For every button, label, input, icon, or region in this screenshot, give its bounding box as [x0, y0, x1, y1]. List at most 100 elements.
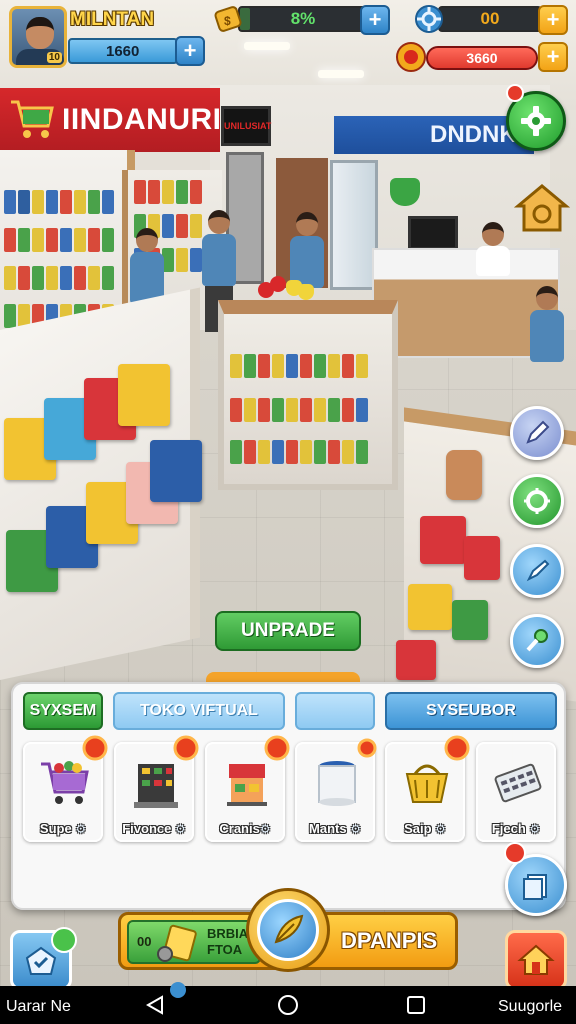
product-box — [150, 440, 202, 502]
home-nav-icon[interactable] — [276, 993, 300, 1017]
energy-value: 3660 — [466, 50, 498, 66]
tv-text: UNILUSIAT — [224, 121, 272, 131]
cart-icon — [11, 100, 54, 138]
plus-icon: + — [546, 44, 560, 69]
gear-icon — [521, 106, 551, 136]
gear-icon — [412, 2, 446, 36]
notification-dot — [504, 842, 526, 864]
calculator-icon — [494, 763, 542, 803]
player-avatar[interactable]: 10 — [9, 6, 67, 68]
inventory-section[interactable]: 00 BRBIA FTOA — [127, 920, 261, 964]
shop-icon — [227, 764, 267, 806]
product-box — [464, 536, 500, 580]
store-sign-left: IINDANURIA — [0, 88, 243, 152]
settings-icon: ⚙ — [350, 822, 361, 836]
product-box — [118, 364, 170, 426]
store-menu-panel: SYXSEM TOKO VIFTUAL SYSEUBOR Supe ⚙ Fivo… — [11, 682, 566, 910]
flower-pot — [446, 450, 482, 500]
nav-left-label[interactable]: Uarar Ne — [6, 998, 71, 1016]
add-gears-button[interactable]: + — [538, 5, 568, 35]
tv-screen: UNILUSIAT — [221, 106, 271, 146]
home-icon — [517, 944, 555, 975]
inventory-text-line2: FTOA — [207, 942, 243, 957]
card-saip[interactable]: Saip ⚙ — [385, 735, 470, 842]
upgrade-button[interactable]: UNPRADE — [215, 611, 361, 651]
progress-value: 8% — [290, 9, 316, 28]
brush-icon — [526, 559, 550, 582]
nav-right-label[interactable]: Suugorle — [498, 998, 562, 1016]
back-icon[interactable] — [144, 993, 168, 1017]
store-sign-right-text: DNDNK — [430, 121, 517, 148]
building-icon — [134, 764, 178, 808]
gear-badge-icon — [173, 735, 199, 761]
document-icon — [523, 874, 547, 900]
center-display-shelf[interactable] — [218, 300, 398, 490]
fruit-apple — [270, 276, 286, 292]
add-progress-button[interactable]: + — [360, 5, 390, 35]
tab-toko-virtual[interactable]: TOKO VIFTUAL — [113, 692, 285, 730]
tab-label: TOKO VIFTUAL — [140, 702, 258, 719]
settings-icon: ⚙ — [435, 822, 446, 836]
notification-badge-icon — [357, 738, 377, 758]
add-money-button[interactable]: + — [175, 36, 205, 66]
money-display: 1660 — [68, 38, 178, 64]
feather-icon — [274, 914, 304, 944]
dpanpis-label[interactable]: DPANPIS — [341, 928, 437, 954]
money-bag-icon: $ — [212, 2, 246, 36]
progress-bar: 8% — [238, 6, 368, 32]
tab-label: SYXSEM — [29, 702, 97, 719]
recents-icon[interactable] — [404, 993, 428, 1017]
energy-bar: 3660 — [426, 46, 538, 70]
plus-icon: + — [183, 38, 197, 63]
microphone-button[interactable] — [510, 614, 564, 668]
energy-gear-icon — [394, 40, 428, 74]
product-box — [396, 640, 436, 680]
card-supe[interactable]: Supe ⚙ — [23, 735, 108, 842]
store-sign-right: DNDNK — [334, 116, 534, 154]
cart-icon — [41, 761, 89, 804]
tab-label: SYSEUBOR — [426, 702, 516, 719]
fridge — [330, 160, 378, 290]
upgrade-label: UNPRADE — [241, 620, 335, 641]
customer-character[interactable] — [530, 286, 564, 362]
paint-button[interactable] — [510, 544, 564, 598]
fruit-banana — [298, 284, 314, 300]
card-cranis[interactable]: Cranis⚙ — [205, 735, 290, 842]
cashier-monitor — [408, 216, 458, 250]
refresh-button[interactable] — [510, 474, 564, 528]
plus-icon: + — [546, 7, 560, 32]
card-label: Supe — [39, 821, 72, 836]
add-energy-button[interactable]: + — [538, 42, 568, 72]
card-mants[interactable]: Mants ⚙ — [295, 738, 377, 842]
settings-icon: ⚙ — [75, 822, 87, 836]
ceiling-light — [318, 70, 364, 78]
gear-badge-icon — [264, 735, 290, 761]
basket-icon — [405, 764, 449, 803]
ceiling-light — [244, 42, 290, 50]
store-sign-text: IINDANURIA — [62, 103, 244, 136]
home-button[interactable] — [505, 930, 567, 990]
money-value: 1660 — [106, 42, 140, 60]
cashier-character[interactable] — [476, 222, 510, 276]
card-label: Cranis — [219, 821, 260, 836]
tab-blank[interactable] — [295, 692, 375, 730]
edit-button[interactable] — [510, 406, 564, 460]
microphone-icon — [526, 629, 548, 652]
home-sign-icon — [514, 184, 570, 232]
card-label: Mants — [309, 821, 347, 836]
card-fivonce[interactable]: Fivonce ⚙ — [114, 735, 199, 842]
shield-badge-icon — [51, 927, 77, 953]
card-fjech[interactable]: Fjech ⚙ — [476, 742, 556, 842]
card-tag-icon — [157, 924, 197, 962]
gears-counter: 00 — [438, 6, 542, 32]
staff-character[interactable] — [290, 212, 324, 288]
player-name: MILNTAN — [70, 9, 155, 30]
gear-badge-icon — [82, 735, 108, 761]
inventory-count: 00 — [137, 934, 152, 949]
tab-syseubor[interactable]: SYSEUBOR — [385, 692, 557, 730]
tab-system[interactable]: SYXSEM — [23, 692, 103, 730]
inventory-text-line1: BRBIA — [207, 926, 249, 941]
product-box — [408, 584, 452, 630]
tasks-button[interactable] — [10, 927, 77, 990]
main-action-button[interactable] — [246, 888, 330, 972]
